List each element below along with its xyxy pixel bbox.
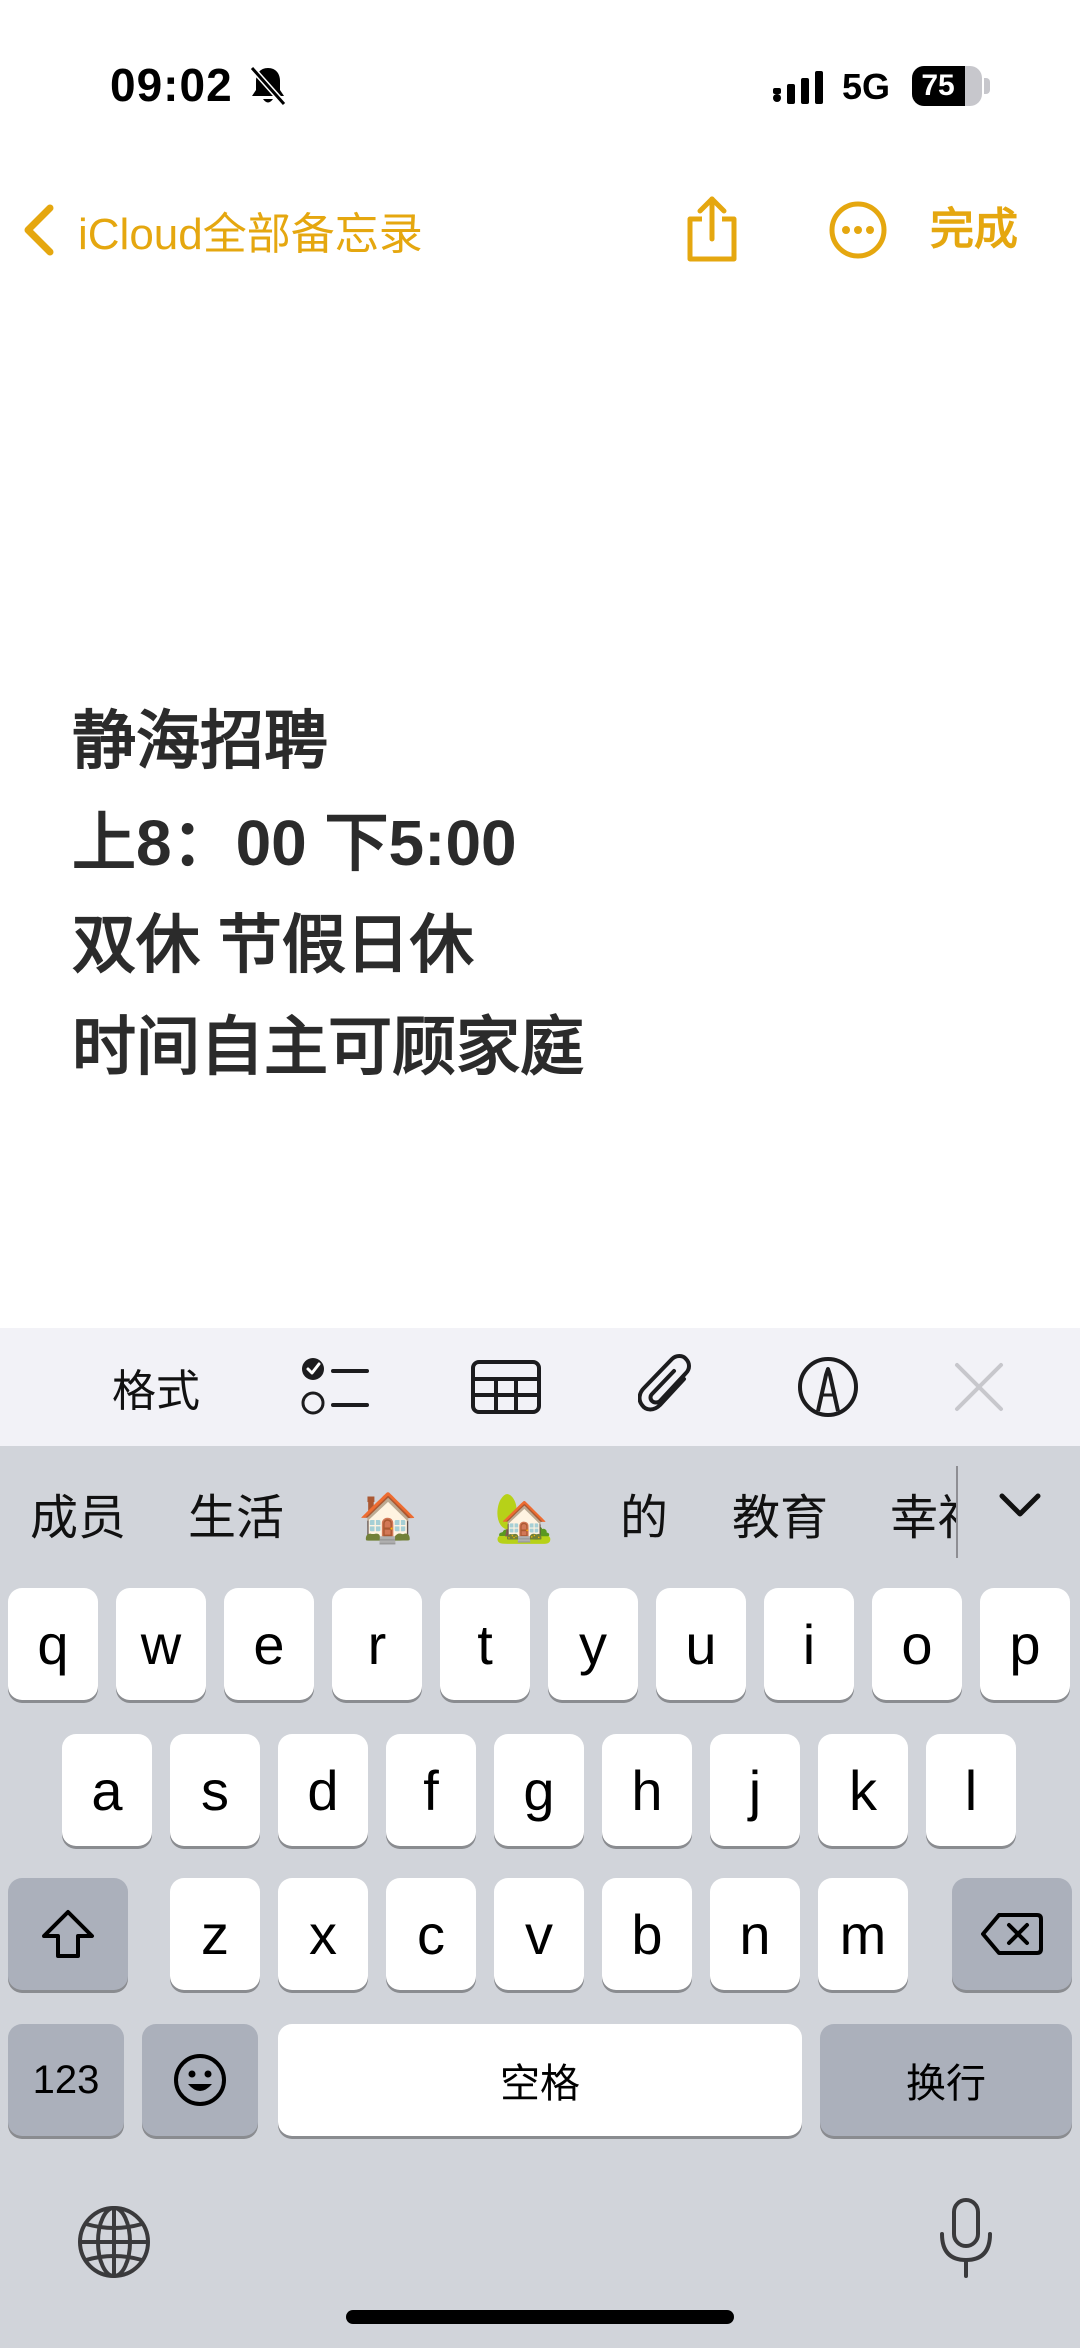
attachment-button[interactable] — [628, 1328, 708, 1446]
key-g[interactable]: g — [494, 1734, 584, 1846]
shift-icon — [42, 1910, 94, 1958]
key-z[interactable]: z — [170, 1878, 260, 1990]
note-line: 时间自主可顾家庭 — [72, 1011, 584, 1083]
key-o[interactable]: o — [872, 1588, 962, 1700]
key-r[interactable]: r — [332, 1588, 422, 1700]
status-time: 09:02 — [110, 59, 233, 111]
note-body[interactable]: 静海招聘 上8：00 下5:00 双休 节假日休 时间自主可顾家庭 — [72, 690, 1012, 1098]
table-icon — [471, 1360, 541, 1414]
format-button[interactable]: 格式 — [100, 1328, 212, 1446]
note-line: 静海招聘 — [72, 705, 328, 777]
key-u[interactable]: u — [656, 1588, 746, 1700]
key-w[interactable]: w — [116, 1588, 206, 1700]
battery-indicator: 75 — [912, 66, 982, 106]
key-t[interactable]: t — [440, 1588, 530, 1700]
keyboard: 成员 生活 🏠 🏡 的 教育 幸福 q w e r t y u i o p a … — [0, 1446, 1080, 2348]
key-e[interactable]: e — [224, 1588, 314, 1700]
network-label: 5G — [842, 66, 891, 107]
more-button[interactable] — [826, 170, 890, 290]
candidate-emoji-house-garden[interactable]: 🏡 — [494, 1446, 554, 1586]
candidate-bar: 成员 生活 🏠 🏡 的 教育 幸福 — [0, 1446, 1080, 1586]
note-line: 上8：00 下5:00 — [72, 807, 517, 879]
key-v[interactable]: v — [494, 1878, 584, 1990]
key-q[interactable]: q — [8, 1588, 98, 1700]
close-toolbar-button[interactable] — [944, 1328, 1014, 1446]
key-h[interactable]: h — [602, 1734, 692, 1846]
candidate-divider — [956, 1466, 958, 1558]
globe-icon — [78, 2206, 150, 2278]
key-d[interactable]: d — [278, 1734, 368, 1846]
checklist-icon — [301, 1358, 369, 1415]
emoji-icon — [174, 2054, 226, 2106]
key-s[interactable]: s — [170, 1734, 260, 1846]
delete-key[interactable] — [952, 1878, 1072, 1990]
dictation-button[interactable] — [936, 2196, 996, 2285]
done-button[interactable]: 完成 — [930, 170, 1018, 290]
candidate-list: 成员 生活 🏠 🏡 的 教育 幸福 — [0, 1446, 958, 1586]
close-icon — [955, 1363, 1003, 1411]
candidate-emoji-house[interactable]: 🏠 — [358, 1446, 418, 1586]
checklist-button[interactable] — [296, 1328, 376, 1446]
candidate-word[interactable]: 生活 — [188, 1446, 284, 1586]
share-button[interactable] — [680, 170, 744, 290]
return-key[interactable]: 换行 — [820, 2024, 1072, 2136]
key-c[interactable]: c — [386, 1878, 476, 1990]
status-bar: 09:02 5G 75 — [0, 0, 1080, 170]
key-b[interactable]: b — [602, 1878, 692, 1990]
table-button[interactable] — [466, 1328, 546, 1446]
shift-key[interactable] — [8, 1878, 128, 1990]
back-button[interactable]: iCloud全部备忘录 — [20, 170, 423, 290]
expand-candidates-button[interactable] — [990, 1446, 1050, 1566]
more-icon — [829, 201, 887, 259]
chevron-left-icon — [24, 204, 54, 256]
share-icon — [687, 196, 737, 262]
candidate-word[interactable]: 成员 — [30, 1446, 126, 1586]
candidate-word[interactable]: 教育 — [732, 1446, 828, 1586]
space-key[interactable]: 空格 — [278, 2024, 802, 2136]
paperclip-icon — [638, 1354, 691, 1412]
key-i[interactable]: i — [764, 1588, 854, 1700]
chevron-down-icon — [999, 1493, 1041, 1517]
globe-button[interactable] — [76, 2204, 152, 2285]
key-l[interactable]: l — [926, 1734, 1016, 1846]
note-line: 双休 节假日休 — [72, 909, 474, 981]
candidate-word[interactable]: 的 — [620, 1446, 668, 1586]
emoji-key[interactable] — [142, 2024, 258, 2136]
key-n[interactable]: n — [710, 1878, 800, 1990]
key-x[interactable]: x — [278, 1878, 368, 1990]
key-f[interactable]: f — [386, 1734, 476, 1846]
microphone-icon — [940, 2198, 992, 2278]
key-m[interactable]: m — [818, 1878, 908, 1990]
markup-icon — [798, 1357, 858, 1417]
nav-bar: iCloud全部备忘录 完成 — [0, 170, 1080, 290]
key-p[interactable]: p — [980, 1588, 1070, 1700]
key-y[interactable]: y — [548, 1588, 638, 1700]
battery-level: 75 — [921, 69, 955, 102]
candidate-word[interactable]: 幸福 — [890, 1446, 958, 1586]
key-a[interactable]: a — [62, 1734, 152, 1846]
home-indicator — [346, 2310, 734, 2324]
back-label: iCloud全部备忘录 — [78, 210, 423, 259]
format-label: 格式 — [112, 1367, 200, 1416]
markup-button[interactable] — [788, 1328, 868, 1446]
signal-icon — [773, 71, 823, 104]
format-toolbar: 格式 — [0, 1328, 1080, 1446]
key-j[interactable]: j — [710, 1734, 800, 1846]
key-k[interactable]: k — [818, 1734, 908, 1846]
battery-tip — [984, 78, 990, 94]
numbers-key[interactable]: 123 — [8, 2024, 124, 2136]
delete-icon — [981, 1913, 1043, 1955]
bell-slash-icon — [249, 66, 287, 106]
